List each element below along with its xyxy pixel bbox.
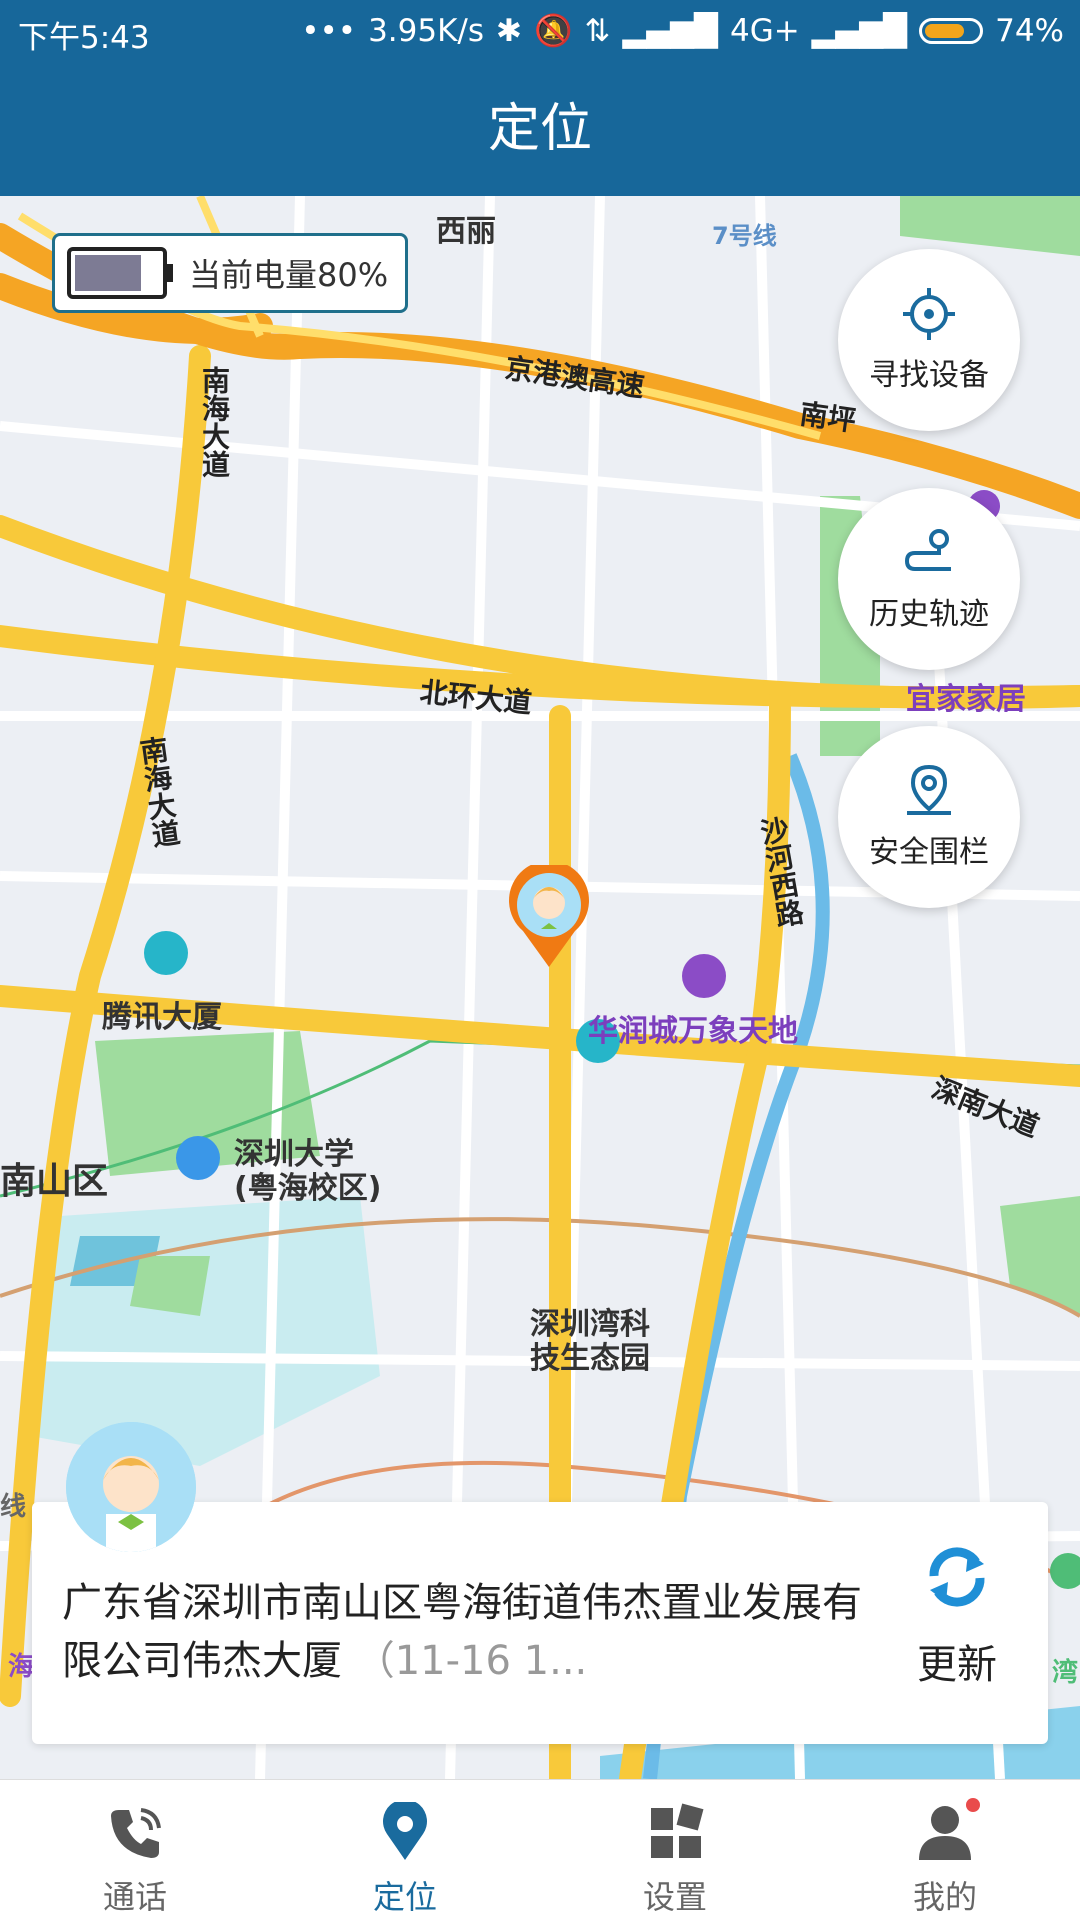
map-label-yijia: 宜家家居 bbox=[906, 682, 1026, 717]
net-speed: 3.95K/s bbox=[368, 12, 485, 49]
tab-call[interactable]: 通话 bbox=[0, 1780, 270, 1921]
safety-fence-label: 安全围栏 bbox=[869, 835, 989, 870]
signal-icon-2: ▂▄▆█ bbox=[811, 12, 908, 49]
map-label-wan: 湾 bbox=[1052, 1658, 1079, 1688]
map-label-hai: 海 bbox=[8, 1652, 35, 1682]
device-location-pin[interactable] bbox=[507, 860, 591, 973]
tab-call-label: 通话 bbox=[102, 1878, 167, 1916]
find-device-label: 寻找设备 bbox=[869, 358, 989, 393]
bottom-tab-bar: 通话 定位 设置 我的 bbox=[0, 1779, 1080, 1921]
tab-settings[interactable]: 设置 bbox=[540, 1780, 810, 1921]
map-label-tencent: 腾讯大厦 bbox=[102, 1000, 222, 1035]
bluetooth-icon: ✱ bbox=[496, 12, 523, 49]
battery-icon bbox=[919, 17, 984, 44]
device-battery-panel: 当前电量80% bbox=[52, 233, 408, 313]
battery-percent: 74% bbox=[995, 12, 1064, 49]
map-label-nanshan: 南山区 bbox=[0, 1161, 109, 1202]
map-label-xian: 线 bbox=[0, 1492, 27, 1522]
map-label-huarun: 华润城万象天地 bbox=[588, 1014, 798, 1049]
map-label-szu: 深圳大学(粤海校区) bbox=[234, 1137, 382, 1206]
geofence-icon bbox=[907, 764, 951, 815]
signal-icon: ▂▄▆█ bbox=[622, 12, 718, 49]
data-arrows-icon: ⇅ bbox=[584, 12, 611, 49]
child-avatar-image bbox=[66, 1422, 196, 1552]
status-time: 下午5:43 bbox=[18, 20, 150, 56]
device-battery-icon bbox=[67, 247, 173, 299]
user-icon bbox=[919, 1806, 971, 1860]
device-battery-text: 当前电量80% bbox=[189, 256, 389, 294]
more-dots-icon: ••• bbox=[301, 12, 357, 49]
avatar-pin-icon bbox=[509, 860, 589, 967]
map-label-szwan: 深圳湾科技生态园 bbox=[530, 1307, 650, 1376]
history-track-label: 历史轨迹 bbox=[869, 597, 989, 632]
refresh-button[interactable]: 更新 bbox=[882, 1542, 1032, 1690]
tab-settings-label: 设置 bbox=[642, 1878, 707, 1916]
mute-icon: 🔕 bbox=[534, 13, 573, 49]
tab-location-label: 定位 bbox=[372, 1878, 437, 1916]
status-right: ••• 3.95K/s ✱ 🔕 ⇅ ▂▄▆█ 4G+ ▂▄▆█ 74% bbox=[301, 12, 1064, 50]
notification-dot bbox=[966, 1798, 980, 1812]
refresh-icon bbox=[929, 1547, 985, 1607]
refresh-label: 更新 bbox=[917, 1642, 997, 1688]
tab-location[interactable]: 定位 bbox=[270, 1780, 540, 1921]
map-label-xili: 西丽 bbox=[436, 214, 496, 249]
route-icon bbox=[904, 529, 951, 571]
map-label-nanhai-1: 南海大道 bbox=[198, 366, 231, 478]
settings-grid-icon bbox=[651, 1803, 704, 1858]
page-title: 定位 bbox=[0, 62, 1080, 196]
location-card: 广东省深圳市南山区粤海街道伟杰置业发展有限公司伟杰大厦 （11-16 1... … bbox=[32, 1502, 1048, 1744]
network-type: 4G+ bbox=[729, 12, 800, 49]
map-label-line7: 7号线 bbox=[712, 222, 777, 250]
safety-fence-button[interactable]: 安全围栏 bbox=[838, 726, 1020, 908]
location-time: （11-16 1... bbox=[354, 1638, 588, 1684]
tab-mine[interactable]: 我的 bbox=[810, 1780, 1080, 1921]
find-device-button[interactable]: 寻找设备 bbox=[838, 249, 1020, 431]
location-address: 广东省深圳市南山区粤海街道伟杰置业发展有限公司伟杰大厦 （11-16 1... bbox=[62, 1574, 862, 1690]
phone-icon bbox=[111, 1808, 161, 1858]
map-label-nanping: 南坪 bbox=[797, 397, 858, 438]
tab-mine-label: 我的 bbox=[912, 1878, 977, 1916]
status-bar: 下午5:43 ••• 3.95K/s ✱ 🔕 ⇅ ▂▄▆█ 4G+ ▂▄▆█ 7… bbox=[0, 0, 1080, 62]
history-track-button[interactable]: 历史轨迹 bbox=[838, 488, 1020, 670]
crosshair-icon bbox=[903, 288, 955, 340]
location-pin-icon bbox=[383, 1802, 427, 1860]
child-avatar[interactable] bbox=[66, 1422, 196, 1552]
